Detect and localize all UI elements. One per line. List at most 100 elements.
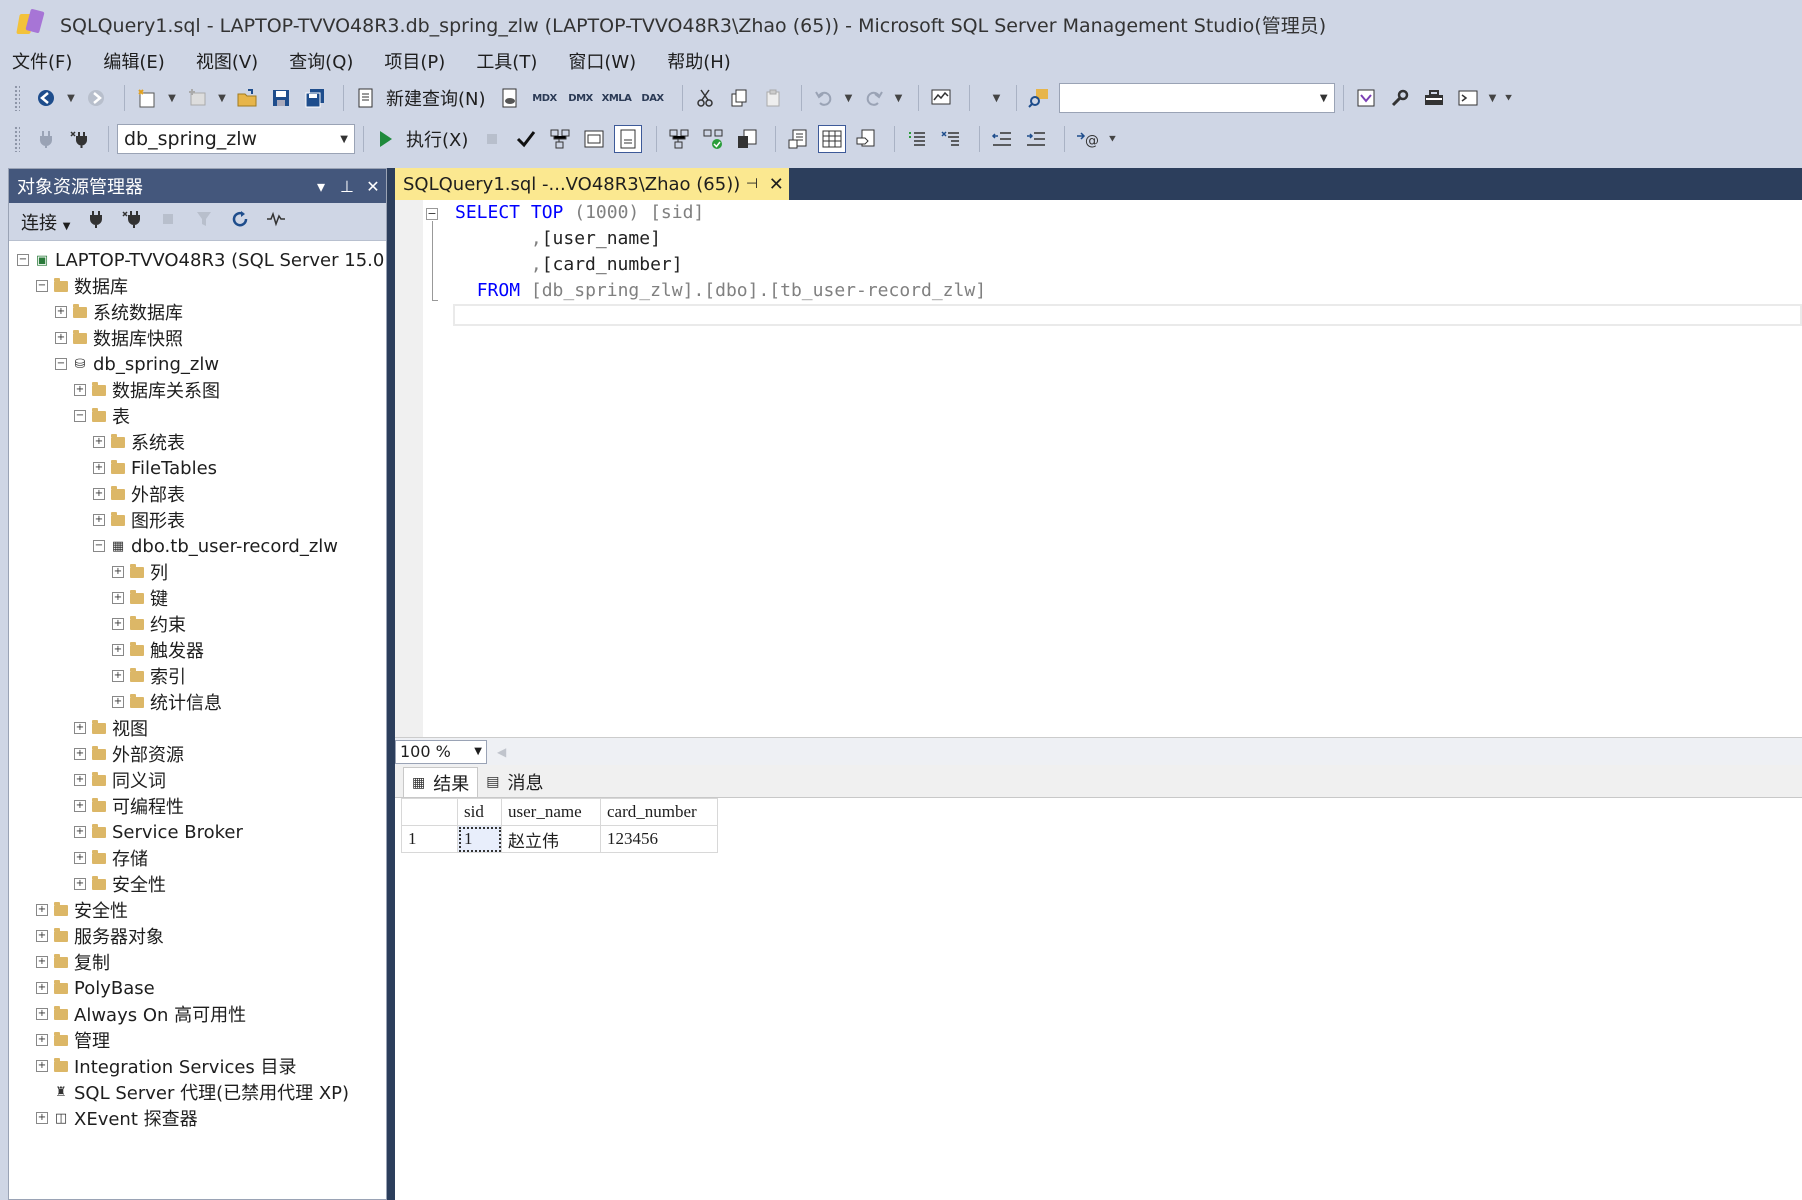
- collapse-icon[interactable]: −: [36, 280, 48, 292]
- filter-icon[interactable]: [192, 210, 216, 233]
- available-databases-select[interactable]: db_spring_zlw ▼: [117, 124, 355, 154]
- tree-node[interactable]: + 图形表: [9, 507, 386, 533]
- expand-icon[interactable]: +: [36, 1112, 48, 1124]
- command-window-dropdown-icon[interactable]: ▼: [1488, 84, 1498, 112]
- tree-node[interactable]: + 外部资源: [9, 741, 386, 767]
- tree-node[interactable]: + 触发器: [9, 637, 386, 663]
- tree-node[interactable]: − 数据库: [9, 273, 386, 299]
- increase-indent-icon[interactable]: [1022, 125, 1050, 153]
- decrease-indent-icon[interactable]: [988, 125, 1016, 153]
- expand-icon[interactable]: +: [112, 566, 124, 578]
- toolbar-grip[interactable]: [14, 85, 20, 111]
- tree-node[interactable]: + PolyBase: [9, 975, 386, 1001]
- collapse-icon[interactable]: −: [55, 358, 67, 370]
- column-header-card-number[interactable]: card_number: [600, 798, 718, 826]
- expand-icon[interactable]: +: [74, 748, 86, 760]
- menu-view[interactable]: 视图(V): [196, 48, 258, 74]
- tree-node[interactable]: + 安全性: [9, 897, 386, 923]
- expand-icon[interactable]: +: [74, 774, 86, 786]
- results-to-file-icon[interactable]: [852, 125, 880, 153]
- tree-node[interactable]: + 约束: [9, 611, 386, 637]
- connect-icon[interactable]: [32, 125, 60, 153]
- new-project-dropdown-icon[interactable]: ▼: [167, 84, 177, 112]
- tree-node[interactable]: + 复制: [9, 949, 386, 975]
- expand-icon[interactable]: +: [74, 826, 86, 838]
- cut-icon[interactable]: [691, 84, 719, 112]
- tree-node[interactable]: + 可编程性: [9, 793, 386, 819]
- menu-project[interactable]: 项目(P): [384, 48, 445, 74]
- tree-node[interactable]: + 外部表: [9, 481, 386, 507]
- expand-icon[interactable]: +: [112, 618, 124, 630]
- row-number[interactable]: 1: [401, 825, 458, 853]
- expand-icon[interactable]: +: [36, 956, 48, 968]
- xmla-query-icon[interactable]: XMLA: [602, 84, 632, 112]
- tree-node[interactable]: + Always On 高可用性: [9, 1001, 386, 1027]
- connect-button[interactable]: 连接 ▼: [21, 209, 70, 235]
- undo-icon[interactable]: [810, 84, 838, 112]
- properties-wrench-icon[interactable]: [1386, 84, 1414, 112]
- forward-icon[interactable]: [82, 84, 110, 112]
- expand-icon[interactable]: +: [36, 1060, 48, 1072]
- open-file-icon[interactable]: [233, 84, 261, 112]
- refresh-icon[interactable]: [228, 209, 252, 234]
- expand-icon[interactable]: +: [112, 670, 124, 682]
- tree-node[interactable]: + 统计信息: [9, 689, 386, 715]
- expand-icon[interactable]: +: [74, 384, 86, 396]
- activity-monitor-icon[interactable]: [927, 84, 955, 112]
- cell-card-number[interactable]: 123456: [600, 825, 718, 853]
- stop-icon[interactable]: [156, 211, 180, 232]
- tree-node[interactable]: + 键: [9, 585, 386, 611]
- paste-icon[interactable]: [759, 84, 787, 112]
- expand-icon[interactable]: +: [36, 982, 48, 994]
- tree-node[interactable]: + 列: [9, 559, 386, 585]
- find-in-files-icon[interactable]: [1025, 84, 1053, 112]
- menu-window[interactable]: 窗口(W): [568, 48, 636, 74]
- tree-node[interactable]: + 同义词: [9, 767, 386, 793]
- results-to-grid-icon[interactable]: [818, 125, 847, 153]
- expand-icon[interactable]: +: [36, 930, 48, 942]
- sql-editor[interactable]: − SELECT TOP (1000) [sid] ,[user_name] ,…: [395, 200, 1802, 737]
- collapse-icon[interactable]: −: [17, 254, 29, 266]
- add-item-icon[interactable]: [183, 84, 211, 112]
- column-header-user-name[interactable]: user_name: [501, 798, 601, 826]
- menu-help[interactable]: 帮助(H): [667, 48, 731, 74]
- toolbar-overflow-icon[interactable]: ⯆: [1504, 84, 1514, 112]
- display-estimated-plan-icon[interactable]: [546, 125, 574, 153]
- pin-icon[interactable]: ⊣: [740, 176, 763, 192]
- expand-icon[interactable]: +: [93, 436, 105, 448]
- expand-icon[interactable]: +: [36, 904, 48, 916]
- menu-edit[interactable]: 编辑(E): [103, 48, 164, 74]
- toolbox-icon[interactable]: [1420, 84, 1448, 112]
- expand-icon[interactable]: +: [93, 462, 105, 474]
- database-engine-query-icon[interactable]: [496, 84, 524, 112]
- tree-node[interactable]: + 安全性: [9, 871, 386, 897]
- expand-icon[interactable]: +: [74, 852, 86, 864]
- expand-icon[interactable]: +: [74, 878, 86, 890]
- back-dropdown-icon[interactable]: ▼: [66, 84, 76, 112]
- solution-config-dropdown-icon[interactable]: ▼: [992, 84, 1002, 112]
- tree-node[interactable]: + 服务器对象: [9, 923, 386, 949]
- redo-dropdown-icon[interactable]: ▼: [894, 84, 904, 112]
- toolbar-grip[interactable]: [14, 126, 20, 152]
- collapse-icon[interactable]: −: [93, 540, 105, 552]
- collapse-icon[interactable]: −: [426, 208, 438, 220]
- tab-messages[interactable]: ▤ 消息: [478, 767, 551, 797]
- query-options-icon[interactable]: [580, 125, 608, 153]
- save-icon[interactable]: [267, 84, 295, 112]
- dmx-query-icon[interactable]: DMX: [566, 84, 596, 112]
- execute-button[interactable]: 执行(X): [406, 126, 468, 152]
- tree-node[interactable]: + 索引: [9, 663, 386, 689]
- connect-plug-icon[interactable]: [84, 209, 108, 234]
- live-query-statistics-icon[interactable]: [699, 125, 727, 153]
- expand-icon[interactable]: +: [74, 800, 86, 812]
- tree-node[interactable]: + 存储: [9, 845, 386, 871]
- tree-node[interactable]: − 表: [9, 403, 386, 429]
- tree-node[interactable]: + 数据库关系图: [9, 377, 386, 403]
- zoom-select[interactable]: 100 % ▼: [395, 739, 487, 764]
- results-to-text-icon[interactable]: [784, 125, 812, 153]
- menu-file[interactable]: 文件(F): [12, 48, 72, 74]
- parse-checkmark-icon[interactable]: [512, 125, 540, 153]
- find-combo[interactable]: ▼: [1058, 83, 1335, 113]
- undo-dropdown-icon[interactable]: ▼: [844, 84, 854, 112]
- splitter[interactable]: [387, 168, 395, 1200]
